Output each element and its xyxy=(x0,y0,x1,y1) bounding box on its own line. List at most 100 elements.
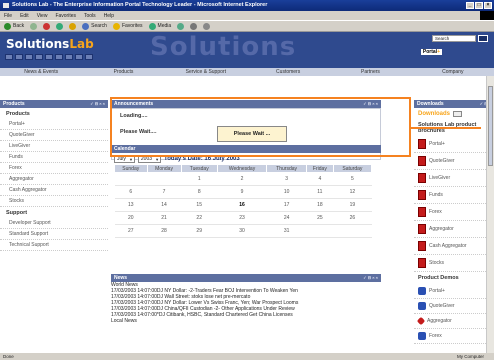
calendar-day[interactable]: 28 xyxy=(147,224,182,238)
calendar-day[interactable]: 14 xyxy=(147,198,182,212)
menu-help[interactable]: Help xyxy=(104,13,114,19)
header-icon-7[interactable] xyxy=(65,54,73,60)
menu-view[interactable]: View xyxy=(37,13,48,19)
brochure-item[interactable]: Stocks xyxy=(414,255,494,272)
header-icon-4[interactable] xyxy=(35,54,43,60)
calendar-day[interactable]: 26 xyxy=(333,211,372,225)
site-logo[interactable]: SolutionsLab xyxy=(6,37,94,51)
calendar-day[interactable]: 9 xyxy=(217,185,267,199)
news-headline[interactable]: *DJ Citibank, HSBC, Standard Chartered G… xyxy=(157,312,293,318)
menu-tools[interactable]: Tools xyxy=(84,13,96,19)
header-icon-3[interactable] xyxy=(25,54,33,60)
calendar-day[interactable]: 15 xyxy=(181,198,218,212)
panel-controls-icon[interactable]: ✓ ⊟ × × xyxy=(90,100,105,108)
sidebar-item-forex[interactable]: Forex xyxy=(0,163,108,174)
calendar-day[interactable]: 25 xyxy=(306,211,334,225)
sidebar-item-cash-aggregator[interactable]: Cash Aggregator xyxy=(0,185,108,196)
calendar-day[interactable]: 31 xyxy=(266,224,307,238)
sidebar-item-portal[interactable]: Portal+ xyxy=(0,119,108,130)
menu-edit[interactable]: Edit xyxy=(20,13,29,19)
sidebar-item-standard-support[interactable]: Standard Support xyxy=(0,229,108,240)
calendar-day[interactable]: 19 xyxy=(333,198,372,212)
calendar-day[interactable]: 2 xyxy=(217,172,267,186)
history-button[interactable] xyxy=(177,22,185,30)
calendar-day[interactable]: 22 xyxy=(181,211,218,225)
header-icon-5[interactable] xyxy=(45,54,53,60)
menu-favorites[interactable]: Favorites xyxy=(55,13,76,19)
header-icon-6[interactable] xyxy=(55,54,63,60)
header-icon-8[interactable] xyxy=(75,54,83,60)
brochure-item[interactable]: Cash Aggregator xyxy=(414,238,494,255)
brochure-item[interactable]: Aggregator xyxy=(414,221,494,238)
brochure-item[interactable]: LiveGiver xyxy=(414,170,494,187)
header-icon-2[interactable] xyxy=(15,54,23,60)
calendar-day[interactable]: 29 xyxy=(181,224,218,238)
demo-item[interactable]: Aggregator xyxy=(414,314,494,329)
calendar-day[interactable]: 5 xyxy=(333,172,372,186)
minimize-button[interactable]: _ xyxy=(466,2,474,9)
header-icon-1[interactable] xyxy=(5,54,13,60)
brochure-item[interactable]: QuoteGiver xyxy=(414,153,494,170)
calendar-day[interactable]: 24 xyxy=(266,211,307,225)
sidebar-item-aggregator[interactable]: Aggregator xyxy=(0,174,108,185)
site-search-go-button[interactable] xyxy=(478,35,488,42)
calendar-day[interactable]: 21 xyxy=(147,211,182,225)
calendar-day[interactable]: 6 xyxy=(114,185,148,199)
calendar-day[interactable]: 16 xyxy=(217,198,267,212)
home-button[interactable] xyxy=(69,22,77,30)
scrollbar-thumb[interactable] xyxy=(488,86,493,166)
nav-service-support[interactable]: Service & Support xyxy=(165,68,247,76)
calendar-day[interactable]: 17 xyxy=(266,198,307,212)
calendar-day[interactable]: 10 xyxy=(266,185,307,199)
sidebar-item-technical-support[interactable]: Technical Support xyxy=(0,240,108,251)
favorites-toolbar-button[interactable]: Favorites xyxy=(112,22,143,30)
sidebar-item-developer-support[interactable]: Developer Support xyxy=(0,218,108,229)
sidebar-item-quotegiver[interactable]: QuoteGiver xyxy=(0,130,108,141)
sidebar-item-stocks[interactable]: Stocks xyxy=(0,196,108,207)
header-icon-9[interactable] xyxy=(85,54,93,60)
demo-item[interactable]: Forex xyxy=(414,329,494,344)
demo-item[interactable]: QuoteGiver xyxy=(414,299,494,314)
downloads-label[interactable]: Downloads xyxy=(414,108,494,120)
back-button[interactable]: Back xyxy=(4,22,24,30)
refresh-button[interactable] xyxy=(56,22,64,30)
site-search-input[interactable]: Search xyxy=(432,35,476,42)
calendar-day[interactable]: 7 xyxy=(147,185,182,199)
brochure-item[interactable]: Portal+ xyxy=(414,136,494,153)
print-button[interactable] xyxy=(203,22,211,30)
nav-partners[interactable]: Partners xyxy=(329,68,411,76)
calendar-day[interactable]: 4 xyxy=(306,172,334,186)
sidebar-item-livegiver[interactable]: LiveGiver xyxy=(0,141,108,152)
search-toolbar-button[interactable]: Search xyxy=(82,22,107,30)
media-toolbar-button[interactable]: Media xyxy=(148,22,171,30)
stop-button[interactable] xyxy=(43,22,51,30)
calendar-day[interactable]: 8 xyxy=(181,185,218,199)
nav-customers[interactable]: Customers xyxy=(247,68,329,76)
demo-item[interactable]: Portal+ xyxy=(414,284,494,299)
menu-file[interactable]: File xyxy=(4,13,12,19)
calendar-day[interactable]: 11 xyxy=(306,185,334,199)
calendar-day[interactable]: 20 xyxy=(114,211,148,225)
demo-label: QuoteGiver xyxy=(429,303,455,309)
brochure-item[interactable]: Funds xyxy=(414,187,494,204)
maximize-button[interactable]: □ xyxy=(475,2,483,9)
vertical-scrollbar[interactable] xyxy=(486,76,494,353)
close-button[interactable]: × xyxy=(484,2,492,9)
calendar-day[interactable]: 18 xyxy=(306,198,334,212)
calendar-day[interactable]: 23 xyxy=(217,211,267,225)
calendar-day[interactable]: 12 xyxy=(333,185,372,199)
panel-controls-icon[interactable]: ✓ ⊟ × × xyxy=(363,274,378,282)
calendar-day[interactable]: 13 xyxy=(114,198,148,212)
sidebar-item-funds[interactable]: Funds xyxy=(0,152,108,163)
nav-company[interactable]: Company xyxy=(412,68,494,76)
calendar-day[interactable]: 3 xyxy=(266,172,307,186)
calendar-day[interactable]: 1 xyxy=(181,172,218,186)
brochure-item[interactable]: Forex xyxy=(414,204,494,221)
forward-button[interactable] xyxy=(30,22,38,30)
mail-button[interactable] xyxy=(190,22,198,30)
nav-news-events[interactable]: News & Events xyxy=(0,68,82,76)
calendar-day[interactable]: 27 xyxy=(114,224,148,238)
calendar-day[interactable]: 30 xyxy=(217,224,267,238)
downloads-toggle-button[interactable] xyxy=(453,111,463,117)
nav-products[interactable]: Products xyxy=(82,68,164,76)
